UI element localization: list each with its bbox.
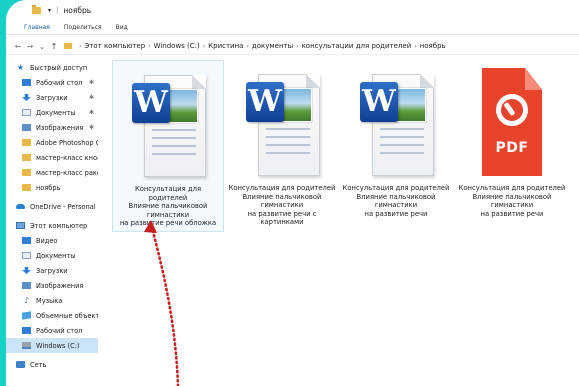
arrow-head — [144, 220, 157, 233]
arrow-shaft — [150, 226, 180, 386]
annotation-arrow — [144, 220, 180, 386]
